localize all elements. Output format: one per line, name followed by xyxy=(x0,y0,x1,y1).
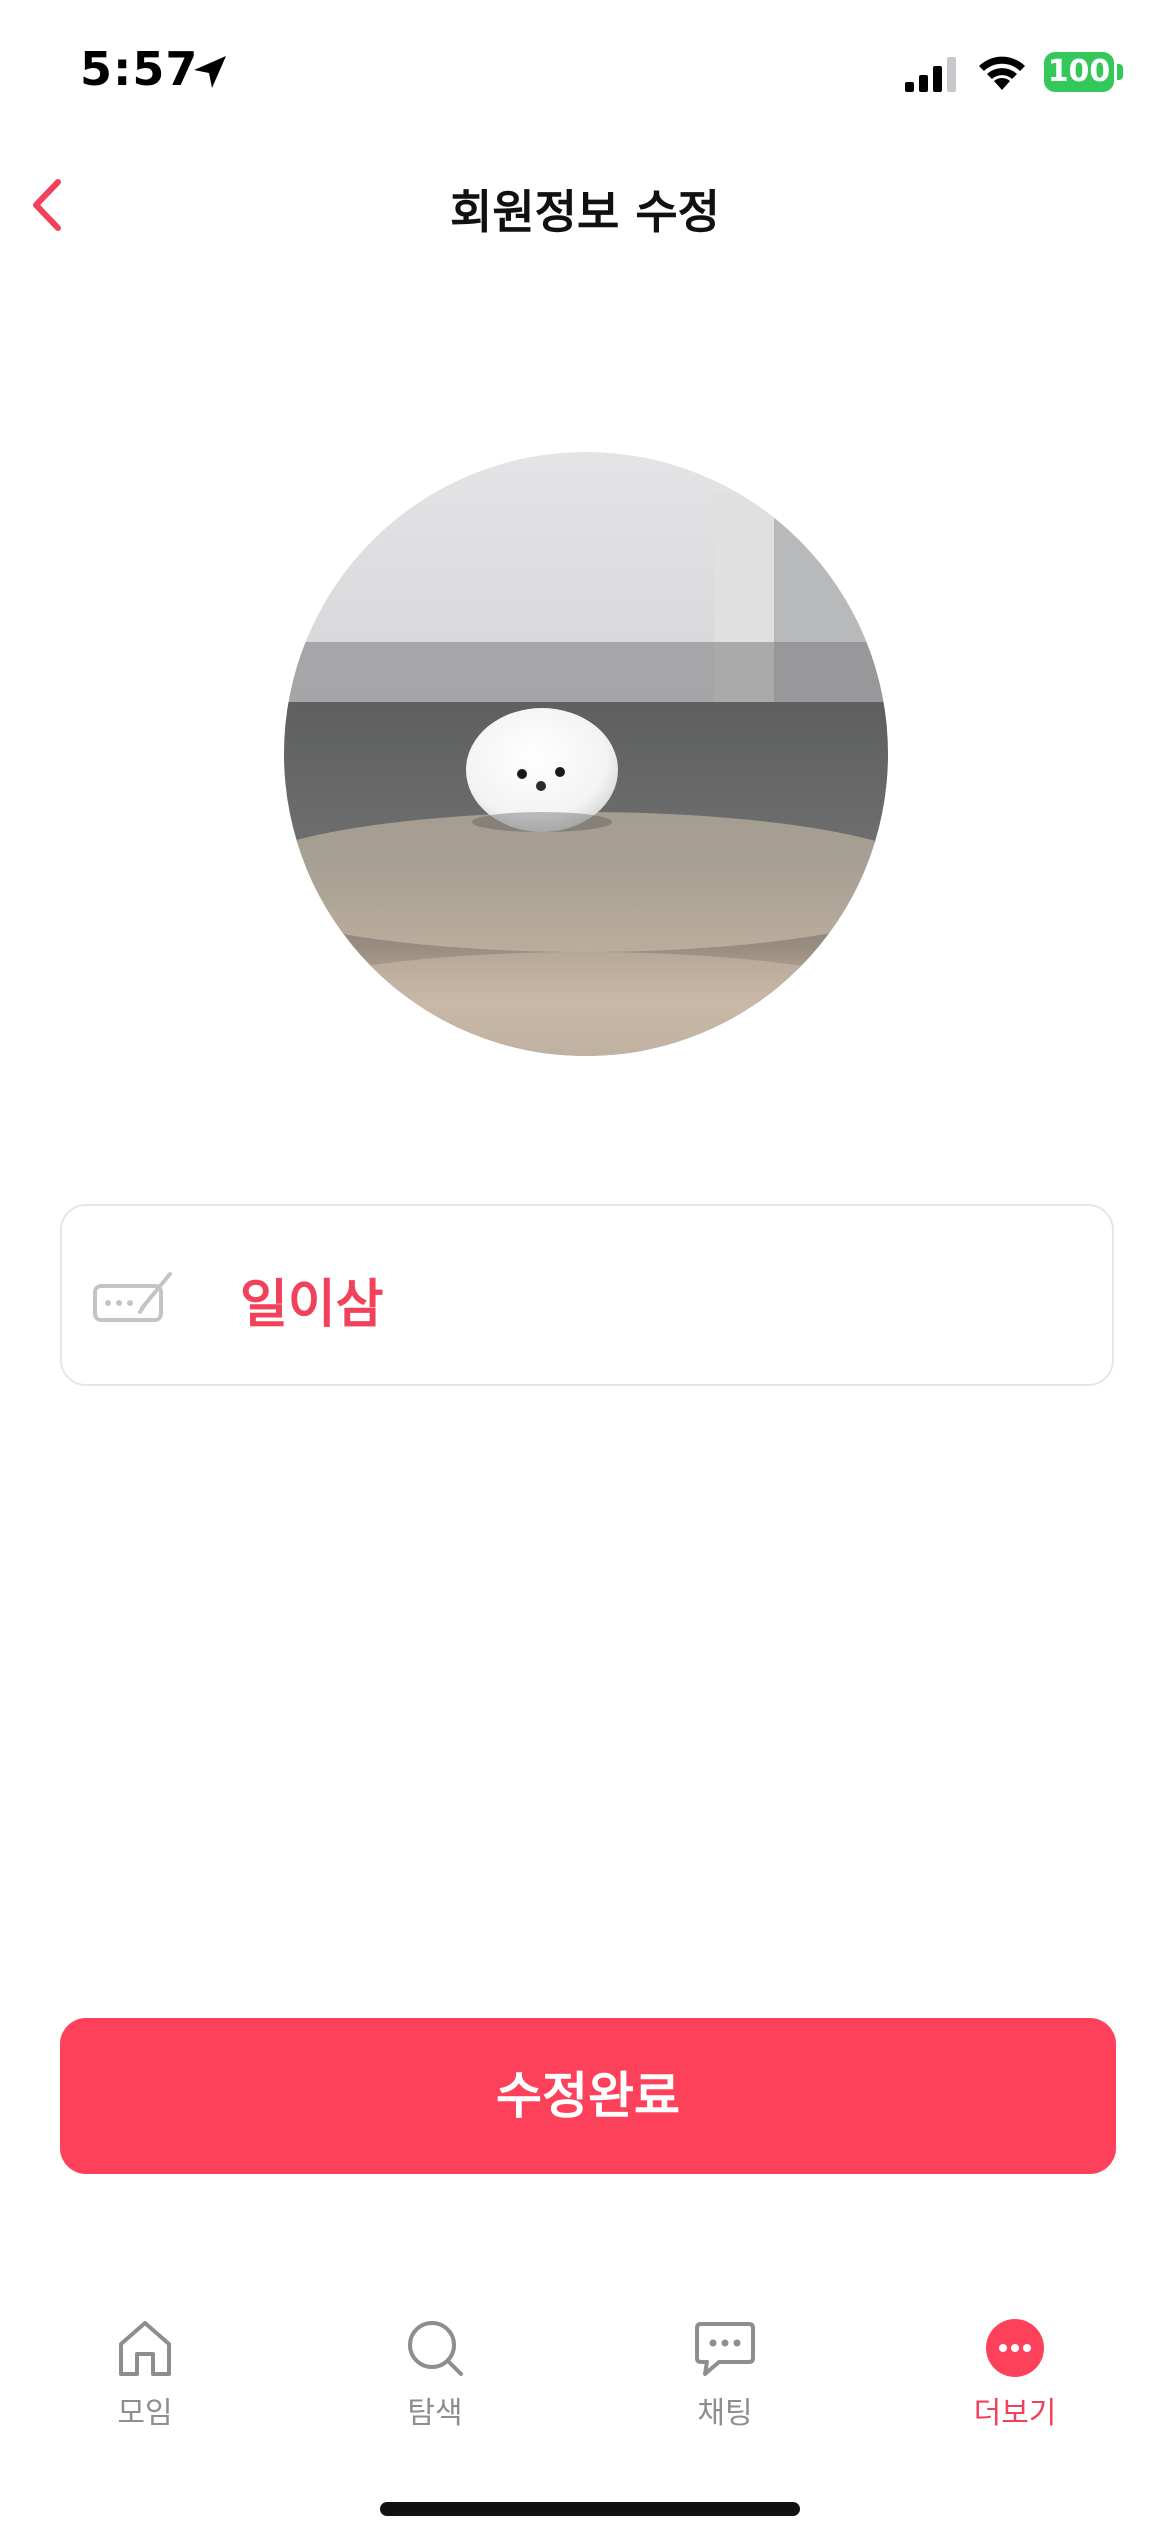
home-icon xyxy=(119,2321,171,2376)
keyboard-edit-icon xyxy=(93,1272,172,1322)
submit-button[interactable]: 수정완료 xyxy=(60,2018,1116,2174)
tab-label: 탐색 xyxy=(407,2396,463,2431)
tab-chat[interactable]: 채팅 xyxy=(625,2316,825,2456)
home-indicator xyxy=(380,2502,800,2516)
tab-label: 모임 xyxy=(117,2396,173,2431)
wifi-icon xyxy=(979,56,1025,90)
tab-meetings[interactable]: 모임 xyxy=(45,2316,245,2456)
navigation-header: 회원정보 수정 xyxy=(0,150,1170,260)
avatar-photo xyxy=(284,452,888,1056)
bottom-tab-bar: 모임 탐색 채팅 더보기 xyxy=(0,2300,1170,2460)
profile-avatar[interactable] xyxy=(284,452,888,1056)
tab-label: 더보기 xyxy=(973,2396,1057,2431)
tab-label: 채팅 xyxy=(697,2396,753,2431)
status-time: 5:57 xyxy=(80,42,199,96)
chat-icon xyxy=(695,2322,755,2376)
status-bar: 5:57 100 xyxy=(0,0,1170,150)
search-icon xyxy=(408,2321,463,2376)
nickname-field[interactable]: 일이삼 xyxy=(60,1204,1114,1386)
tab-more[interactable]: 더보기 xyxy=(915,2316,1115,2456)
tab-explore[interactable]: 탐색 xyxy=(335,2316,535,2456)
cellular-signal-icon xyxy=(905,57,956,92)
page-title: 회원정보 수정 xyxy=(450,185,720,239)
more-icon xyxy=(986,2319,1044,2377)
nickname-value[interactable]: 일이삼 xyxy=(240,1262,384,1337)
battery-indicator: 100 xyxy=(1044,52,1114,92)
location-arrow-icon xyxy=(194,56,226,88)
battery-tip xyxy=(1117,64,1123,80)
